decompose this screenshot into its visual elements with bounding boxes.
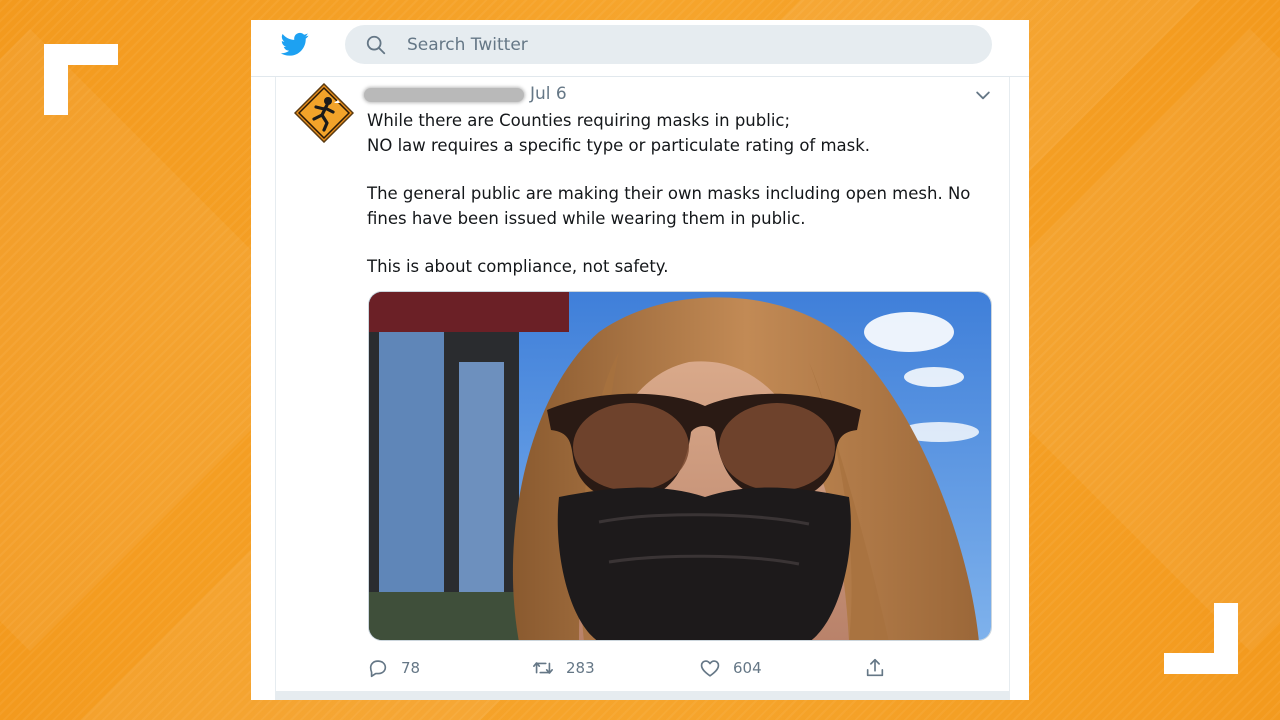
heart-icon [700, 660, 720, 677]
search-icon [366, 35, 386, 55]
photo-selfie-masked [369, 292, 991, 640]
tweet-date[interactable]: Jul 6 [530, 84, 567, 104]
tweet-photo[interactable] [368, 291, 992, 641]
tweet-paragraph: The general public are making their own … [367, 184, 971, 228]
chevron-down-icon[interactable] [973, 85, 993, 105]
corner-bracket-bottom-right-vertical [1214, 603, 1238, 674]
timeline-divider [275, 691, 1010, 700]
retweet-button[interactable]: 283 [532, 655, 595, 681]
reply-icon [369, 660, 387, 678]
search-input[interactable] [407, 25, 967, 64]
retweet-count: 283 [566, 659, 595, 677]
twitter-bird-icon[interactable] [279, 30, 311, 58]
tweet-actions: 78 283 604 [367, 655, 927, 681]
reply-count: 78 [401, 659, 421, 677]
top-bar [251, 20, 1029, 77]
share-icon [866, 658, 884, 677]
avatar[interactable] [294, 83, 354, 143]
tweet-text: While there are Counties requiring masks… [367, 109, 987, 304]
share-button[interactable] [864, 655, 886, 681]
reply-button[interactable]: 78 [367, 655, 420, 681]
retweet-icon [533, 662, 553, 674]
redacted-username [364, 88, 524, 102]
corner-bracket-top-left-vertical [44, 44, 68, 115]
like-button[interactable]: 604 [699, 655, 762, 681]
tweet-paragraph: While there are Counties requiring masks… [367, 111, 871, 155]
twitter-screenshot-panel: Jul 6 While there are Counties requiring… [251, 20, 1029, 700]
tweet-paragraph: This is about compliance, not safety. [367, 257, 669, 276]
like-count: 604 [733, 659, 762, 677]
tweet[interactable]: Jul 6 While there are Counties requiring… [275, 77, 1010, 700]
search-bar[interactable] [345, 25, 992, 64]
